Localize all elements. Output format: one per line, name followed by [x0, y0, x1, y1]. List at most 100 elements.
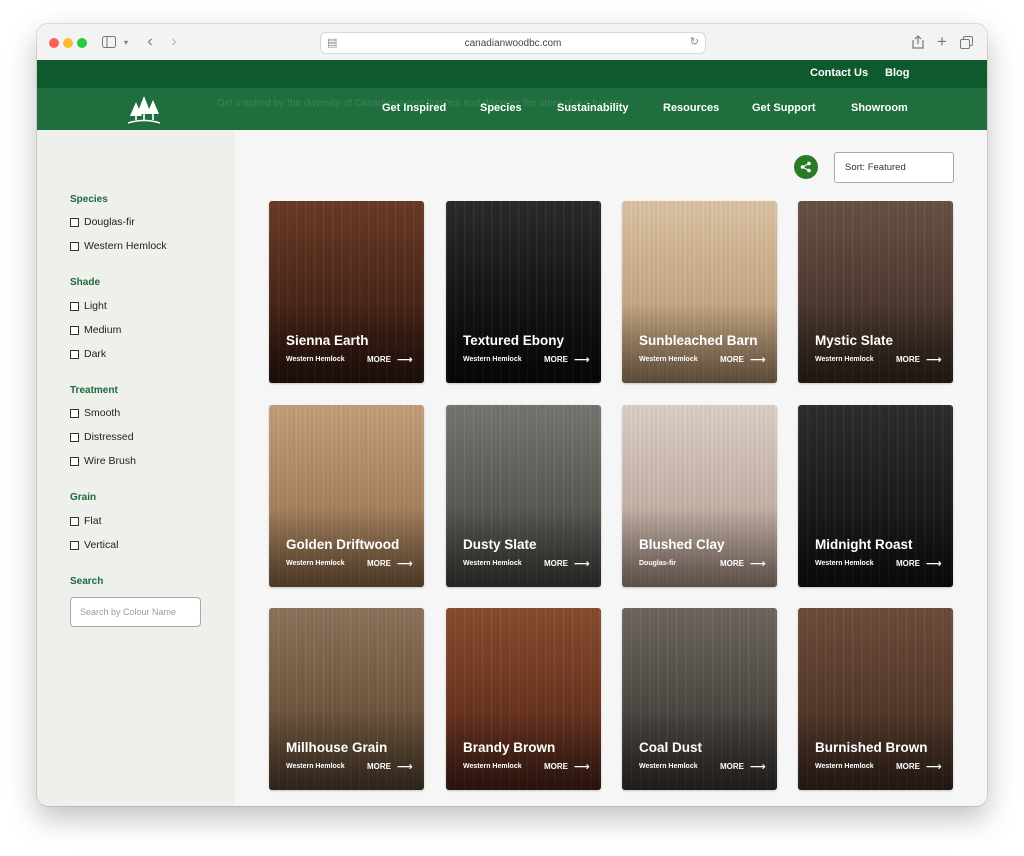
colour-search-input[interactable]: [70, 597, 201, 627]
product-name: Millhouse Grain: [286, 740, 388, 755]
share-icon[interactable]: [911, 33, 925, 51]
checkbox[interactable]: [70, 540, 79, 550]
product-card[interactable]: Burnished Brown Western Hemlock MORE ⟶: [798, 608, 953, 790]
filter-vertical[interactable]: Vertical: [70, 539, 118, 551]
more-link[interactable]: MORE ⟶: [720, 353, 766, 366]
arrow-right-icon: ⟶: [574, 558, 590, 570]
more-link[interactable]: MORE ⟶: [896, 353, 942, 366]
filter-douglas-fir[interactable]: Douglas-fir: [70, 216, 135, 228]
nav-showroom[interactable]: Showroom: [851, 102, 908, 114]
more-link[interactable]: MORE ⟶: [367, 760, 413, 773]
product-card[interactable]: Midnight Roast Western Hemlock MORE ⟶: [798, 405, 953, 587]
grain-filter-heading: Grain: [70, 492, 97, 503]
checkbox[interactable]: [70, 516, 79, 526]
more-link[interactable]: MORE ⟶: [720, 760, 766, 773]
new-tab-icon[interactable]: +: [935, 32, 949, 51]
product-card[interactable]: Blushed Clay Douglas-fir MORE ⟶: [622, 405, 777, 587]
more-link[interactable]: MORE ⟶: [896, 760, 942, 773]
checkbox[interactable]: [70, 301, 79, 311]
share-button[interactable]: [794, 155, 818, 179]
product-card[interactable]: Millhouse Grain Western Hemlock MORE ⟶: [269, 608, 424, 790]
forward-icon[interactable]: ›: [167, 33, 181, 51]
filter-label: Smooth: [84, 407, 121, 419]
filter-wire-brush[interactable]: Wire Brush: [70, 455, 136, 467]
filter-flat[interactable]: Flat: [70, 515, 102, 527]
product-species: Western Hemlock: [286, 356, 345, 363]
nav-species[interactable]: Species: [480, 102, 522, 114]
sort-dropdown[interactable]: Sort: Featured: [834, 152, 954, 183]
sidebar-toggle-icon[interactable]: [101, 33, 117, 51]
chevron-down-icon[interactable]: ▾: [121, 33, 131, 51]
nav-sustainability[interactable]: Sustainability: [557, 102, 629, 114]
reload-icon[interactable]: ↻: [690, 35, 699, 48]
more-label: MORE: [544, 762, 568, 771]
checkbox[interactable]: [70, 432, 79, 442]
product-species: Western Hemlock: [463, 560, 522, 567]
filter-western-hemlock[interactable]: Western Hemlock: [70, 240, 167, 252]
arrow-right-icon: ⟶: [926, 558, 942, 570]
site-logo[interactable]: [126, 92, 162, 126]
filter-light[interactable]: Light: [70, 300, 107, 312]
maximize-window-button[interactable]: [77, 38, 87, 48]
product-name: Sienna Earth: [286, 333, 369, 348]
more-link[interactable]: MORE ⟶: [544, 760, 590, 773]
product-card[interactable]: Sienna Earth Western Hemlock MORE ⟶: [269, 201, 424, 383]
tab-overview-icon[interactable]: [959, 33, 973, 51]
treatment-filter-heading: Treatment: [70, 385, 118, 396]
checkbox[interactable]: [70, 325, 79, 335]
more-link[interactable]: MORE ⟶: [367, 353, 413, 366]
product-name: Blushed Clay: [639, 537, 725, 552]
filter-smooth[interactable]: Smooth: [70, 407, 120, 419]
product-card[interactable]: Brandy Brown Western Hemlock MORE ⟶: [446, 608, 601, 790]
filter-label: Dark: [84, 348, 107, 360]
product-card[interactable]: Golden Driftwood Western Hemlock MORE ⟶: [269, 405, 424, 587]
checkbox[interactable]: [70, 456, 79, 466]
product-card[interactable]: Sunbleached Barn Western Hemlock MORE ⟶: [622, 201, 777, 383]
blog-link[interactable]: Blog: [885, 67, 909, 79]
more-link[interactable]: MORE ⟶: [367, 557, 413, 570]
arrow-right-icon: ⟶: [926, 354, 942, 366]
more-label: MORE: [544, 559, 568, 568]
close-window-button[interactable]: [49, 38, 59, 48]
filter-dark[interactable]: Dark: [70, 348, 106, 360]
arrow-right-icon: ⟶: [750, 558, 766, 570]
browser-title-bar: ▾ ‹ › ▤ canadianwoodbc.com ↻ +: [37, 24, 987, 61]
minimize-window-button[interactable]: [63, 38, 73, 48]
arrow-right-icon: ⟶: [926, 761, 942, 773]
product-name: Burnished Brown: [815, 740, 928, 755]
more-link[interactable]: MORE ⟶: [544, 557, 590, 570]
nav-resources[interactable]: Resources: [663, 102, 719, 114]
more-link[interactable]: MORE ⟶: [896, 557, 942, 570]
nav-get-support[interactable]: Get Support: [752, 102, 816, 114]
more-link[interactable]: MORE ⟶: [544, 353, 590, 366]
checkbox[interactable]: [70, 217, 79, 227]
product-card[interactable]: Textured Ebony Western Hemlock MORE ⟶: [446, 201, 601, 383]
product-species: Western Hemlock: [815, 560, 874, 567]
filter-label: Distressed: [84, 431, 134, 443]
checkbox[interactable]: [70, 241, 79, 251]
filter-medium[interactable]: Medium: [70, 324, 121, 336]
arrow-right-icon: ⟶: [750, 354, 766, 366]
product-card[interactable]: Coal Dust Western Hemlock MORE ⟶: [622, 608, 777, 790]
arrow-right-icon: ⟶: [397, 354, 413, 366]
url-text: canadianwoodbc.com: [464, 37, 562, 49]
browser-window: ▾ ‹ › ▤ canadianwoodbc.com ↻ + Contact U…: [37, 24, 987, 806]
product-card[interactable]: Dusty Slate Western Hemlock MORE ⟶: [446, 405, 601, 587]
more-link[interactable]: MORE ⟶: [720, 557, 766, 570]
contact-us-link[interactable]: Contact Us: [810, 67, 868, 79]
product-card[interactable]: Mystic Slate Western Hemlock MORE ⟶: [798, 201, 953, 383]
more-label: MORE: [896, 559, 920, 568]
address-bar[interactable]: ▤ canadianwoodbc.com ↻: [320, 32, 706, 54]
product-species: Western Hemlock: [463, 356, 522, 363]
nav-get-inspired[interactable]: Get Inspired: [382, 102, 446, 114]
filter-label: Douglas-fir: [84, 216, 135, 228]
page-icon: ▤: [327, 37, 338, 49]
more-label: MORE: [896, 762, 920, 771]
filter-distressed[interactable]: Distressed: [70, 431, 134, 443]
product-name: Golden Driftwood: [286, 537, 400, 552]
checkbox[interactable]: [70, 408, 79, 418]
product-species: Western Hemlock: [639, 356, 698, 363]
checkbox[interactable]: [70, 349, 79, 359]
back-icon[interactable]: ‹: [143, 33, 157, 51]
product-species: Western Hemlock: [286, 560, 345, 567]
